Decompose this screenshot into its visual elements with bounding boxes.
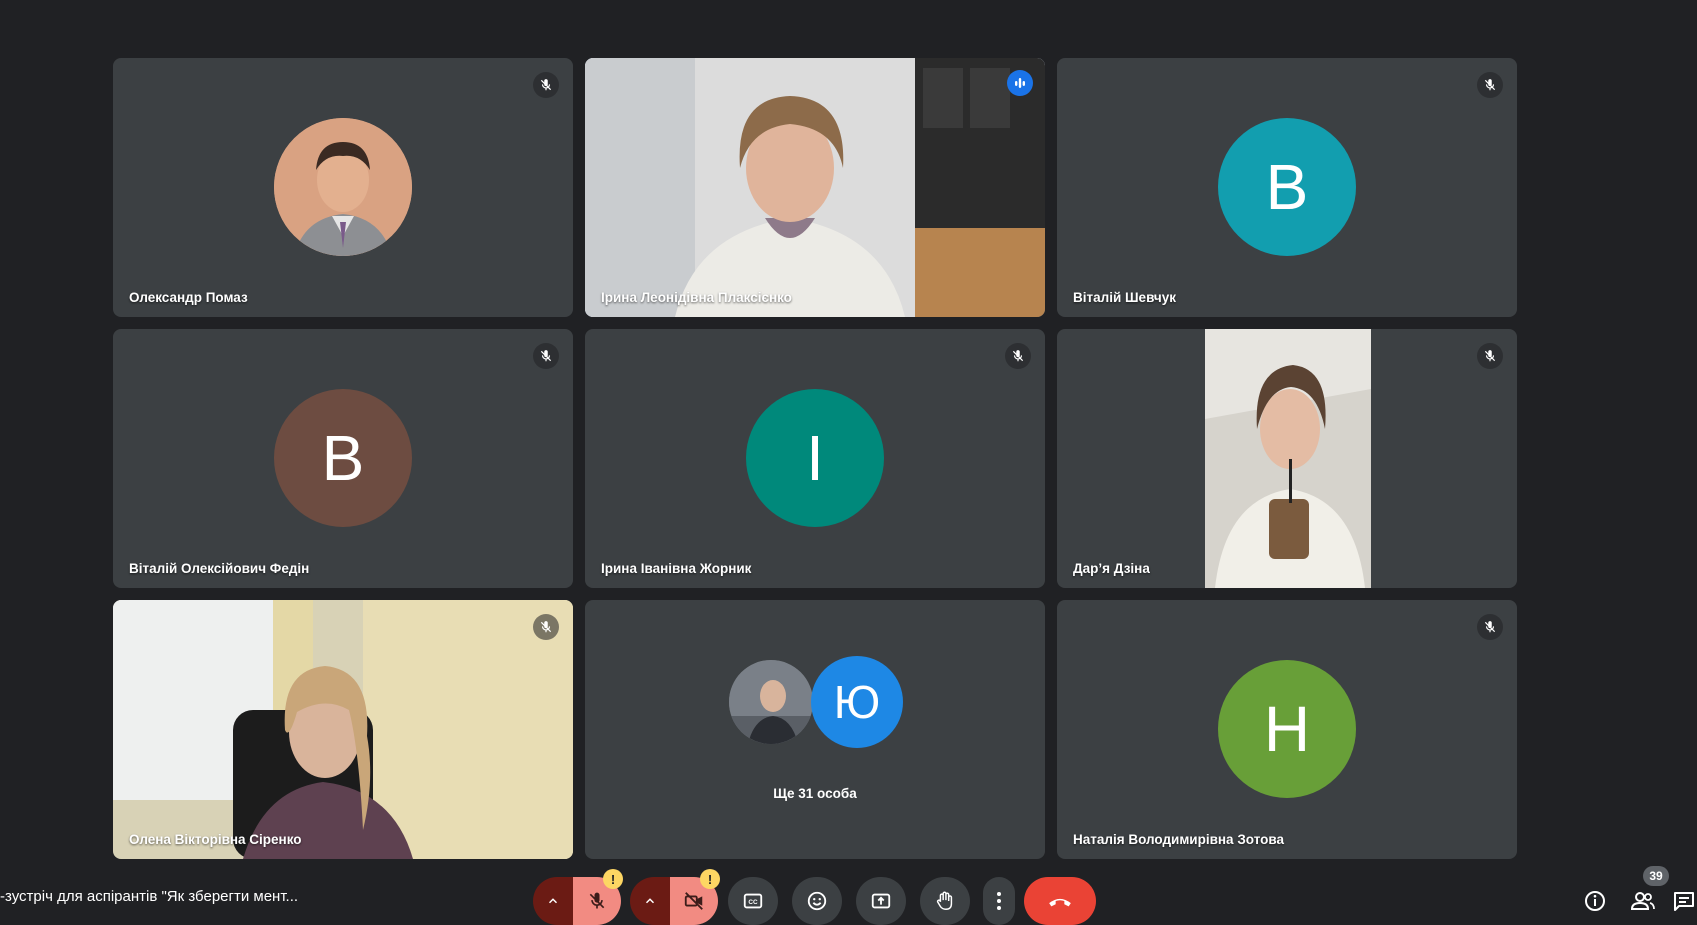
warning-badge: ! bbox=[603, 869, 623, 889]
participant-name: Олександр Помаз bbox=[129, 290, 248, 305]
participant-video bbox=[585, 58, 1045, 317]
emoji-icon bbox=[807, 891, 827, 911]
captions-icon: CC bbox=[743, 893, 763, 909]
participant-name: Віталій Шевчук bbox=[1073, 290, 1176, 305]
meeting-details-button[interactable] bbox=[1578, 884, 1612, 918]
participant-video bbox=[1205, 329, 1371, 588]
captions-button[interactable]: CC bbox=[728, 877, 778, 925]
camera-control-group: ! bbox=[630, 869, 720, 925]
mic-off-icon bbox=[533, 343, 559, 369]
chat-button[interactable] bbox=[1672, 884, 1697, 918]
participant-name: Ірина Леонідівна Плаксієнко bbox=[601, 290, 792, 305]
mic-control-group: ! bbox=[533, 869, 623, 925]
leave-call-button[interactable] bbox=[1024, 877, 1096, 925]
present-icon bbox=[871, 893, 891, 909]
speaking-indicator-icon bbox=[1007, 70, 1033, 96]
info-icon bbox=[1585, 891, 1605, 911]
mic-off-icon bbox=[533, 614, 559, 640]
participant-tile[interactable]: Дар’я Дзіна bbox=[1057, 329, 1517, 588]
participant-avatar bbox=[727, 658, 815, 746]
mic-off-icon bbox=[589, 892, 605, 909]
participant-tile[interactable]: І Ірина Іванівна Жорник bbox=[585, 329, 1045, 588]
people-icon bbox=[1630, 892, 1655, 910]
audio-options-button[interactable] bbox=[533, 877, 573, 925]
more-participants-tile[interactable]: Ю Ще 31 особа bbox=[585, 600, 1045, 859]
meet-call-screen: Олександр Помаз Ірина Леонідівна Плаксіє… bbox=[0, 0, 1697, 925]
participant-tile[interactable]: В Віталій Олексійович Федін bbox=[113, 329, 573, 588]
participant-count-badge: 39 bbox=[1643, 866, 1669, 886]
mic-off-icon bbox=[1477, 72, 1503, 98]
mic-off-icon bbox=[1477, 614, 1503, 640]
reactions-button[interactable] bbox=[792, 877, 842, 925]
participant-tile[interactable]: Н Наталія Володимирівна Зотова bbox=[1057, 600, 1517, 859]
participant-avatar: Ю bbox=[811, 656, 903, 748]
people-button[interactable] bbox=[1626, 884, 1660, 918]
participant-avatar: Н bbox=[1218, 660, 1356, 798]
more-participants-avatars: Ю bbox=[727, 656, 903, 748]
participant-tile-active-speaker[interactable]: Ірина Леонідівна Плаксієнко bbox=[585, 58, 1045, 317]
mic-off-icon bbox=[1005, 343, 1031, 369]
participant-avatar: В bbox=[274, 389, 412, 527]
participant-name: Віталій Олексійович Федін bbox=[129, 561, 310, 576]
microphone-toggle-button[interactable]: ! bbox=[573, 869, 623, 925]
participant-tile[interactable]: В Віталій Шевчук bbox=[1057, 58, 1517, 317]
camera-toggle-button[interactable]: ! bbox=[670, 869, 720, 925]
more-options-button-wrap bbox=[983, 877, 1015, 925]
chat-icon bbox=[1674, 892, 1694, 911]
mic-off-icon bbox=[1477, 343, 1503, 369]
raise-hand-button[interactable] bbox=[920, 877, 970, 925]
raise-hand-icon bbox=[936, 891, 953, 910]
participant-name: Ірина Іванівна Жорник bbox=[601, 561, 752, 576]
hang-up-icon bbox=[1049, 898, 1071, 907]
warning-badge: ! bbox=[700, 869, 720, 889]
participant-grid: Олександр Помаз Ірина Леонідівна Плаксіє… bbox=[113, 58, 1519, 859]
present-button-wrap bbox=[856, 877, 906, 925]
participant-avatar bbox=[274, 118, 412, 256]
mic-off-icon bbox=[533, 72, 559, 98]
participant-tile[interactable]: Олександр Помаз bbox=[113, 58, 573, 317]
participant-name: Дар’я Дзіна bbox=[1073, 561, 1150, 576]
present-now-button[interactable] bbox=[856, 877, 906, 925]
participant-avatar: І bbox=[746, 389, 884, 527]
more-options-icon bbox=[997, 892, 1001, 910]
video-options-button[interactable] bbox=[630, 877, 670, 925]
captions-button-wrap: CC bbox=[728, 877, 778, 925]
participant-avatar: В bbox=[1218, 118, 1356, 256]
reactions-button-wrap bbox=[792, 877, 842, 925]
more-participants-label: Ще 31 особа bbox=[773, 786, 857, 801]
raise-hand-button-wrap bbox=[920, 877, 970, 925]
participant-video bbox=[113, 600, 573, 859]
participant-tile[interactable]: Олена Вікторівна Сіренко bbox=[113, 600, 573, 859]
camera-off-icon bbox=[684, 892, 703, 910]
svg-text:CC: CC bbox=[748, 899, 758, 906]
participant-name: Олена Вікторівна Сіренко bbox=[129, 832, 302, 847]
hang-up-button-wrap bbox=[1024, 877, 1096, 925]
meeting-title: -зустріч для аспірантів "Як зберегти мен… bbox=[0, 888, 299, 905]
chevron-up-icon bbox=[645, 898, 655, 904]
chevron-up-icon bbox=[548, 898, 558, 904]
participant-name: Наталія Володимирівна Зотова bbox=[1073, 832, 1284, 847]
more-options-button[interactable] bbox=[983, 877, 1015, 925]
